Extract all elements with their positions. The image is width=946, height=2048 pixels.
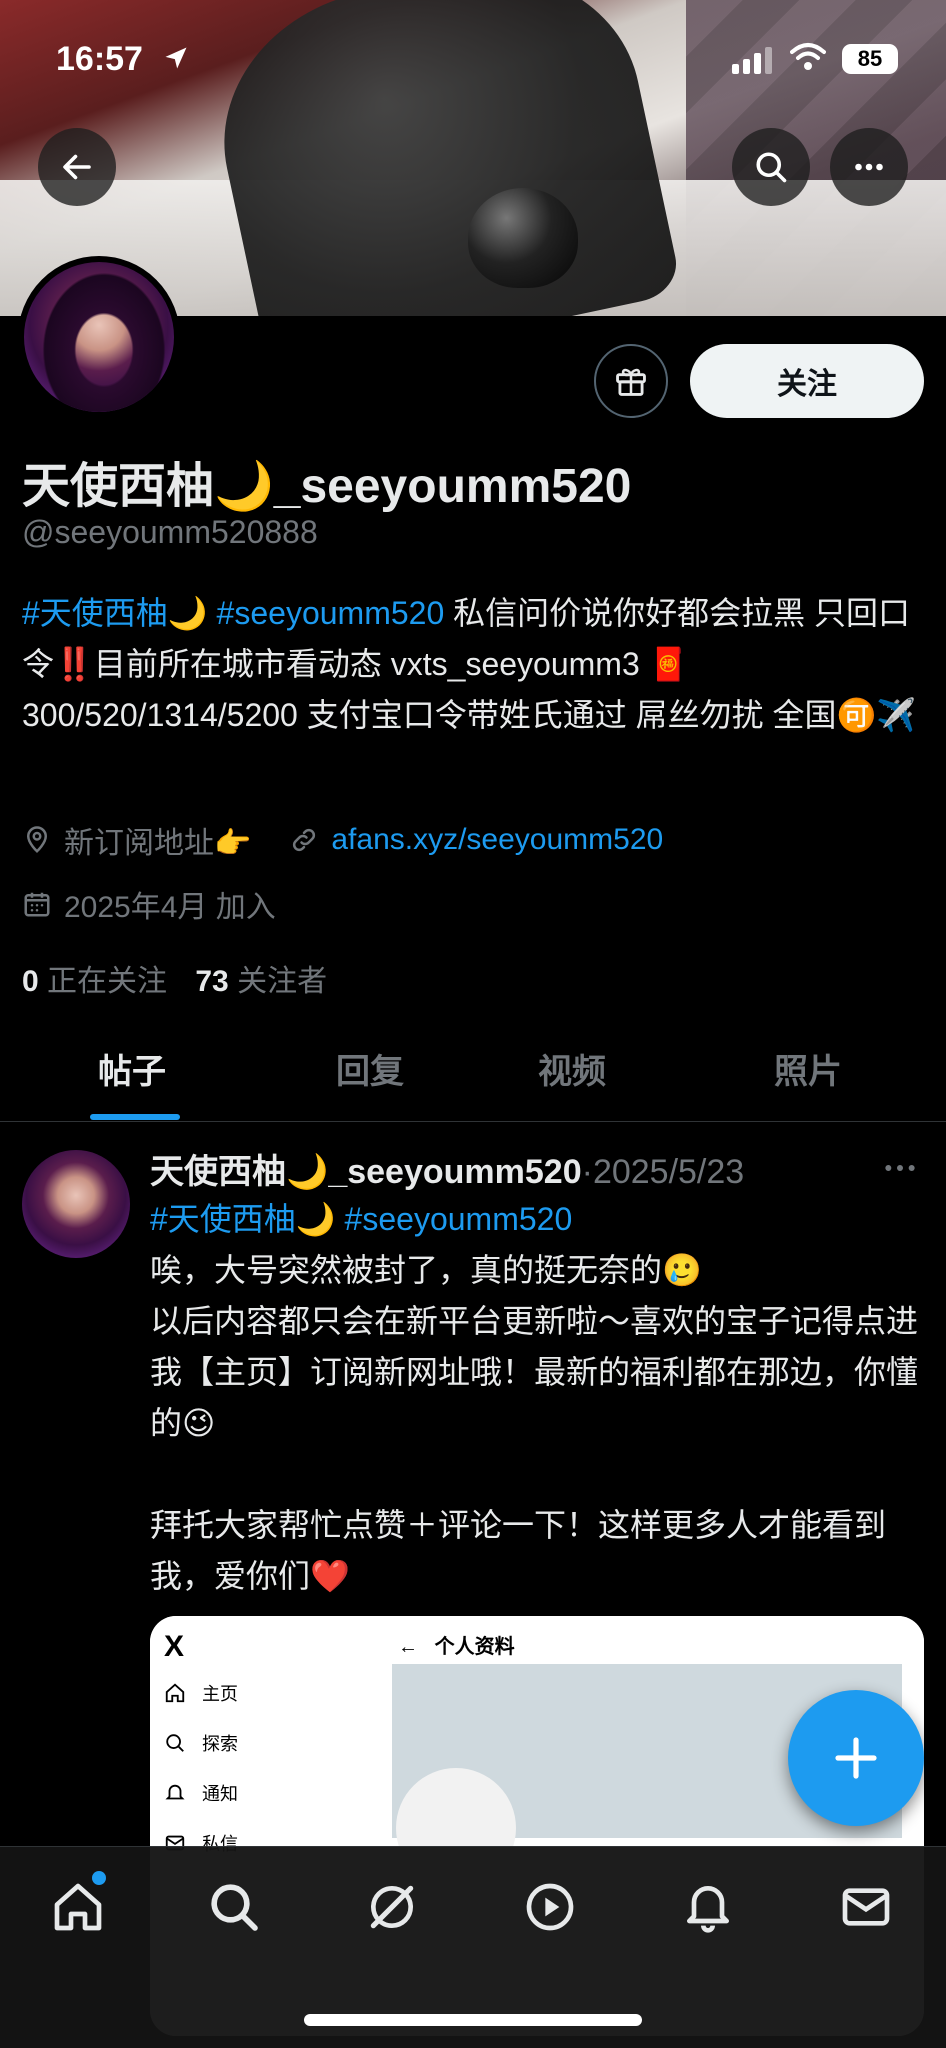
- search-icon: [756, 152, 787, 183]
- plus-icon: [835, 1737, 877, 1779]
- post-author-name[interactable]: 天使西柚🌙_seeyoumm520: [150, 1153, 582, 1191]
- cellular-signal-icon: [732, 46, 772, 74]
- profile-location: 新订阅地址👉: [64, 827, 252, 860]
- more-horizontal-icon: [855, 163, 883, 171]
- bio-text-b: 目前所在城市看动态 vxts_seeyoumm3 🧧300/520/1314/5…: [22, 646, 917, 733]
- compose-post-button[interactable]: [788, 1690, 924, 1826]
- media-topbar: ← 个人资料: [398, 1630, 515, 1659]
- active-tab-indicator: [90, 1114, 180, 1120]
- calendar-icon: [22, 889, 52, 919]
- followers-count: 73: [195, 965, 229, 998]
- post-hashtag-1[interactable]: #天使西柚🌙: [150, 1201, 336, 1237]
- mail-icon: [842, 1888, 890, 1926]
- post-hashtag-2[interactable]: #seeyoumm520: [345, 1201, 573, 1237]
- gift-button[interactable]: [594, 344, 668, 418]
- post-line-1: 唉，大号突然被封了，真的挺无奈的🥲: [150, 1252, 702, 1288]
- arrow-left-icon: [63, 154, 91, 180]
- tab-posts[interactable]: 帖子: [98, 1044, 166, 1093]
- nav-search[interactable]: [204, 1877, 264, 1937]
- nav-messages[interactable]: [836, 1877, 896, 1937]
- home-indicator-bar[interactable]: [304, 2014, 642, 2026]
- profile-meta-joined: 2025年4月 加入: [22, 882, 276, 926]
- profile-avatar[interactable]: [18, 256, 180, 418]
- post-header: 天使西柚🌙_seeyoumm520·2025/5/23: [150, 1144, 744, 1193]
- profile-display-name: 天使西柚🌙_seeyoumm520: [22, 460, 632, 513]
- media-nav-notifications: 通知: [164, 1780, 238, 1806]
- nav-notifications[interactable]: [678, 1877, 738, 1937]
- status-time: 16:57: [56, 40, 143, 78]
- bio-exclamation-emoji: ‼️: [54, 646, 94, 682]
- following-count: 0: [22, 965, 39, 998]
- media-x-logo: X: [164, 1630, 185, 1663]
- post-author-avatar[interactable]: [22, 1150, 130, 1258]
- bio-hashtag-2[interactable]: #seeyoumm520: [217, 595, 445, 631]
- status-bar: 16:57 85: [0, 0, 946, 120]
- profile-joined-date: 2025年4月 加入: [64, 891, 276, 924]
- wifi-icon: [790, 43, 826, 70]
- back-button[interactable]: [38, 128, 116, 206]
- follow-counts: 0 正在关注 73 关注者: [22, 956, 327, 1000]
- media-topbar-title: 个人资料: [434, 1636, 515, 1658]
- bell-icon: [165, 1784, 185, 1800]
- media-nav-notifications-label: 通知: [202, 1784, 238, 1804]
- tab-replies[interactable]: 回复: [336, 1044, 404, 1093]
- home-icon: [165, 1683, 185, 1703]
- profile-meta-location-website: 新订阅地址👉 afans.xyz/seeyoumm520: [22, 818, 663, 862]
- search-icon: [166, 1734, 184, 1752]
- search-button[interactable]: [732, 128, 810, 206]
- followers-link[interactable]: 73 关注者: [195, 965, 327, 998]
- post-more-icon[interactable]: [880, 1148, 920, 1188]
- media-nav-explore-label: 探索: [202, 1734, 238, 1754]
- bell-icon: [687, 1886, 729, 1933]
- play-circle-icon: [526, 1883, 574, 1931]
- profile-website-link[interactable]: afans.xyz/seeyoumm520: [331, 823, 663, 857]
- home-icon: [54, 1883, 102, 1931]
- profile-handle: @seeyoumm520888: [22, 514, 318, 550]
- battery-indicator: 85: [842, 44, 898, 74]
- nav-grok[interactable]: [362, 1877, 422, 1937]
- profile-tabs: 帖子 回复 视频 照片: [0, 1030, 946, 1122]
- follow-button[interactable]: 关注: [690, 344, 924, 418]
- followers-label: 关注者: [237, 965, 328, 998]
- following-label: 正在关注: [47, 965, 168, 998]
- post-separator: ·: [581, 1153, 593, 1191]
- nav-video[interactable]: [520, 1877, 580, 1937]
- media-back-arrow-icon: ←: [398, 1636, 418, 1658]
- post-date[interactable]: 2025/5/23: [593, 1153, 744, 1191]
- tab-videos[interactable]: 视频: [538, 1044, 606, 1093]
- bio-hashtag-1[interactable]: #天使西柚🌙: [22, 595, 208, 631]
- gift-icon: [616, 368, 646, 396]
- more-options-button[interactable]: [830, 128, 908, 206]
- tab-photos[interactable]: 照片: [774, 1044, 842, 1093]
- profile-bio: #天使西柚🌙 #seeyoumm520 私信问价说你好都会拉黑 只回口令‼️目前…: [22, 588, 922, 741]
- search-icon: [211, 1884, 258, 1931]
- link-icon: [289, 825, 319, 855]
- media-nav-home-label: 主页: [202, 1684, 238, 1704]
- nav-home[interactable]: [48, 1877, 108, 1937]
- following-link[interactable]: 0 正在关注: [22, 965, 167, 998]
- media-nav-home: 主页: [164, 1680, 238, 1706]
- home-notification-dot: [92, 1871, 106, 1885]
- banner-heart-object: [468, 188, 578, 288]
- post-line-3: 拜托大家帮忙点赞＋评论一下！这样更多人才能看到我，爱你们❤️: [150, 1507, 887, 1594]
- grok-icon: [370, 1885, 414, 1929]
- post-body: #天使西柚🌙 #seeyoumm520 唉，大号突然被封了，真的挺无奈的🥲 以后…: [150, 1194, 920, 1602]
- location-arrow-icon: [165, 47, 187, 69]
- media-nav-explore: 探索: [164, 1730, 238, 1756]
- location-pin-icon: [22, 825, 52, 855]
- post-line-2: 以后内容都只会在新平台更新啦～喜欢的宝子记得点进我【主页】订阅新网址哦！最新的福…: [150, 1303, 919, 1441]
